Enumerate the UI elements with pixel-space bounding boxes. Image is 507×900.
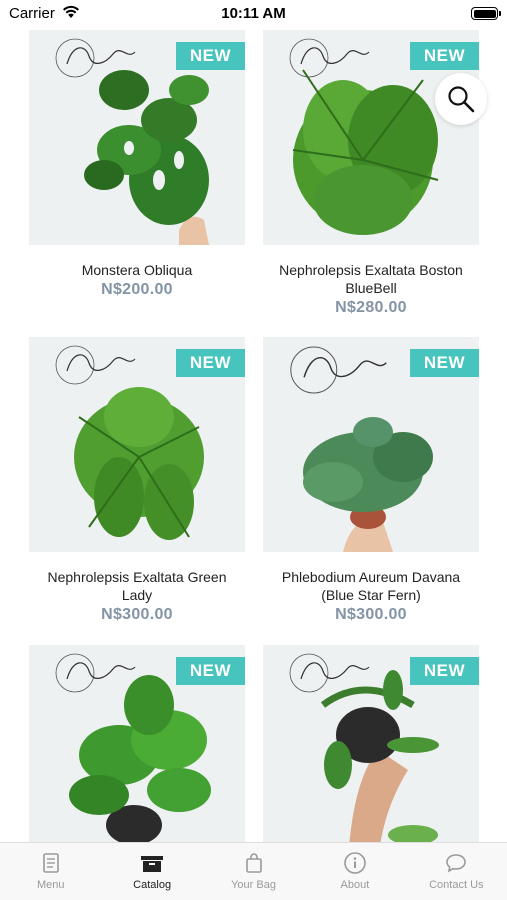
- product-card[interactable]: NEW Phlebodium Aureum Davana (Blue Star …: [263, 337, 479, 624]
- foliage-logo: [290, 346, 387, 394]
- product-card[interactable]: NEW Monstera Obliqua N$200.00: [29, 30, 245, 299]
- search-icon: [448, 86, 475, 113]
- tab-contact-us[interactable]: Contact Us: [406, 843, 507, 900]
- tab-bar: Menu Catalog Your Bag About Contact Us: [0, 842, 507, 900]
- new-badge: NEW: [176, 657, 245, 685]
- menu-book-icon: [42, 853, 59, 873]
- tab-about[interactable]: About: [304, 843, 405, 900]
- tab-catalog[interactable]: Catalog: [101, 843, 202, 900]
- foliage-logo: [55, 345, 136, 385]
- product-image[interactable]: NEW: [263, 30, 479, 245]
- foliage-logo: [55, 653, 136, 693]
- tab-label: Your Bag: [231, 879, 276, 891]
- new-badge: NEW: [410, 349, 479, 377]
- chat-bubble-icon: [446, 854, 467, 873]
- product-price: N$200.00: [101, 281, 173, 298]
- product-name[interactable]: Nephrolepsis Exaltata Boston BlueBell: [263, 261, 479, 297]
- product-card[interactable]: NEW: [263, 645, 479, 842]
- product-image[interactable]: NEW: [263, 645, 479, 842]
- tab-your-bag[interactable]: Your Bag: [203, 843, 304, 900]
- tab-label: About: [340, 879, 370, 891]
- status-bar: Carrier 10:11 AM: [0, 0, 507, 28]
- product-price: N$280.00: [335, 299, 407, 316]
- info-icon: [344, 852, 366, 874]
- new-badge: NEW: [410, 657, 479, 685]
- new-badge: NEW: [176, 349, 245, 377]
- product-name[interactable]: Nephrolepsis Exaltata Green Lady: [29, 568, 245, 604]
- product-price: N$300.00: [335, 606, 407, 623]
- product-image[interactable]: NEW: [29, 645, 245, 842]
- product-image[interactable]: NEW: [29, 30, 245, 245]
- status-time: 10:11 AM: [221, 5, 286, 22]
- foliage-logo: [289, 653, 370, 693]
- product-image[interactable]: NEW: [263, 337, 479, 552]
- foliage-logo: [289, 38, 370, 78]
- product-image[interactable]: NEW: [29, 337, 245, 552]
- tab-menu[interactable]: Menu: [0, 843, 101, 900]
- product-card[interactable]: NEW: [29, 645, 245, 842]
- product-card[interactable]: NEW Nephrolepsis Exaltata Boston BlueBel…: [263, 30, 479, 317]
- battery-icon: [471, 7, 501, 20]
- shopping-bag-icon: [245, 853, 262, 873]
- product-name[interactable]: Monstera Obliqua: [29, 261, 245, 279]
- tab-label: Catalog: [133, 879, 172, 891]
- tab-label: Contact Us: [429, 879, 484, 891]
- foliage-logo: [55, 38, 136, 78]
- product-card[interactable]: NEW Nephrolepsis Exaltata Green Lady N$3…: [29, 337, 245, 624]
- tab-label: Menu: [36, 879, 65, 891]
- new-badge: NEW: [176, 42, 245, 70]
- product-grid[interactable]: NEW Monstera Obliqua N$200.00 NEW Nephro…: [0, 30, 507, 842]
- new-badge: NEW: [410, 42, 479, 70]
- catalog-box-icon: [141, 856, 164, 872]
- search-button[interactable]: [435, 73, 487, 125]
- product-name[interactable]: Phlebodium Aureum Davana (Blue Star Fern…: [263, 568, 479, 604]
- product-price: N$300.00: [101, 606, 173, 623]
